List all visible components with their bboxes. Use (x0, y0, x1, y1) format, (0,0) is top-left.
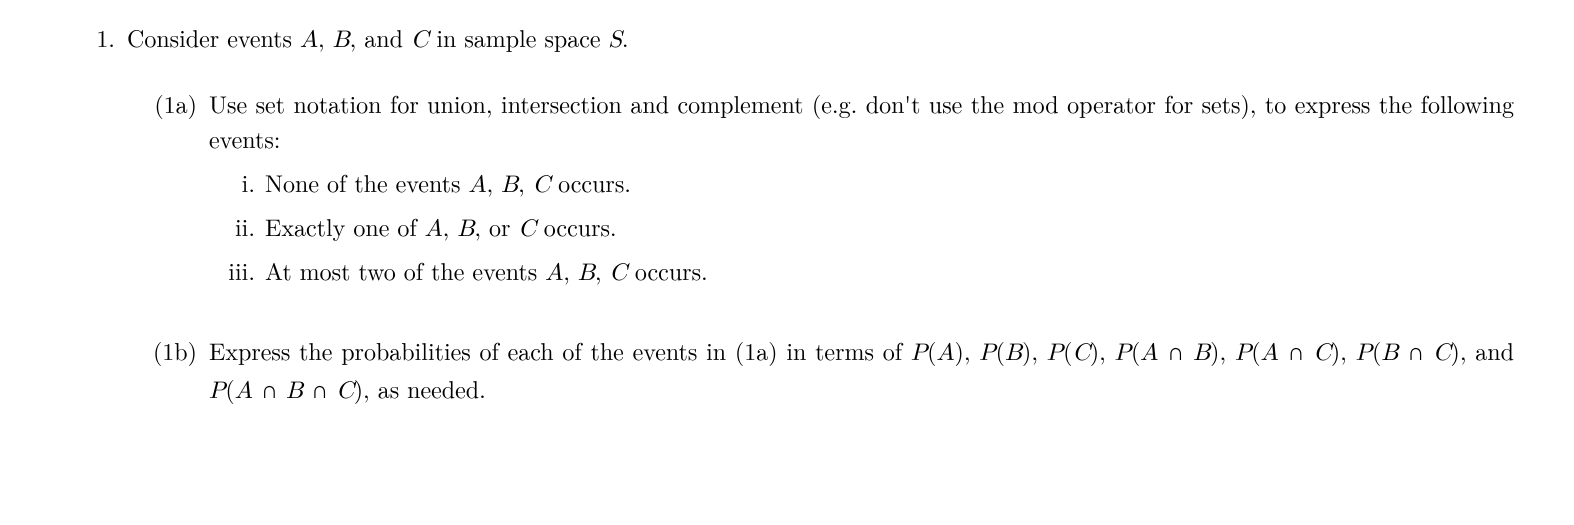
paren: ( (225, 371, 234, 405)
var-C: C (1072, 341, 1089, 365)
text: , (1031, 333, 1046, 367)
var-B: B (578, 261, 595, 285)
subproblem-label: (1b) (127, 333, 209, 368)
var-A: A (1140, 341, 1158, 365)
text: , (518, 165, 533, 199)
text: , (595, 253, 610, 287)
var-B: B (1005, 341, 1022, 365)
prob-P: P (1115, 341, 1131, 365)
var-C: C (533, 173, 550, 197)
paren: ) (1331, 333, 1340, 367)
paren: ) (955, 333, 964, 367)
intro-text: . (622, 20, 629, 54)
roman-label: i. (209, 165, 265, 200)
var-S: S (609, 28, 622, 52)
var-A: A (300, 28, 318, 52)
paren: ( (1372, 333, 1381, 367)
paren: ( (1251, 333, 1260, 367)
var-B: B (1193, 341, 1210, 365)
text: At most two of the events (265, 253, 545, 287)
var-C: C (1433, 341, 1450, 365)
text: occurs. (536, 209, 617, 243)
roman-body: Exactly one of A, B, or C occurs. (265, 209, 1514, 247)
roman-body: At most two of the events A, B, C occurs… (265, 253, 1514, 291)
prob-P: P (209, 379, 225, 403)
paren: ( (996, 333, 1005, 367)
var-B: B (457, 217, 474, 241)
roman-list: i. None of the events A, B, C occurs. ii… (209, 165, 1514, 290)
problem-intro: Consider events A, B, and C in sample sp… (127, 20, 1514, 58)
var-A: A (468, 173, 486, 197)
subproblem-body: Express the probabilities of each of the… (209, 333, 1514, 409)
text: , (1340, 333, 1355, 367)
roman-item-i: i. None of the events A, B, C occurs. (209, 165, 1514, 203)
var-A: A (235, 379, 253, 403)
var-A: A (545, 261, 563, 285)
text: , as needed. (363, 371, 486, 405)
text: Exactly one of (265, 209, 425, 243)
cap-symbol: ∩ (303, 371, 336, 405)
var-C: C (610, 261, 627, 285)
text: , or (474, 209, 518, 243)
paren: ) (1210, 333, 1219, 367)
subproblem-body: Use set notation for union, intersection… (209, 86, 1514, 291)
problem-number: 1. (60, 20, 127, 55)
roman-item-iii: iii. At most two of the events A, B, C o… (209, 253, 1514, 291)
intro-text: in sample space (428, 20, 608, 54)
cap-symbol: ∩ (1279, 333, 1314, 367)
prob-P: P (1356, 341, 1372, 365)
problem-body: Consider events A, B, and C in sample sp… (127, 20, 1514, 408)
subproblem-label: (1a) (127, 86, 209, 121)
roman-item-ii: ii. Exactly one of A, B, or C occurs. (209, 209, 1514, 247)
roman-label: iii. (209, 253, 265, 288)
prob-P: P (1235, 341, 1251, 365)
text: , (1099, 333, 1114, 367)
cap-symbol: ∩ (1398, 333, 1433, 367)
paren: ) (1451, 333, 1460, 367)
text: , (486, 165, 501, 199)
roman-body: None of the events A, B, C occurs. (265, 165, 1514, 203)
prob-P: P (911, 341, 927, 365)
paren: ( (927, 333, 936, 367)
text: occurs. (627, 253, 708, 287)
intro-text: Consider events (127, 20, 300, 54)
text: , and (1460, 333, 1514, 367)
var-B: B (1381, 341, 1398, 365)
var-A: A (1261, 341, 1279, 365)
var-A: A (425, 217, 443, 241)
paren: ) (1022, 333, 1031, 367)
paren: ) (354, 371, 363, 405)
var-B: B (286, 379, 303, 403)
var-B: B (333, 28, 350, 52)
var-B: B (501, 173, 518, 197)
text: , (964, 333, 979, 367)
subproblem-1b: (1b) Express the probabilities of each o… (127, 333, 1514, 409)
prob-P: P (1047, 341, 1063, 365)
var-C: C (336, 379, 353, 403)
comma: , and (350, 20, 411, 54)
text: occurs. (550, 165, 631, 199)
subproblem-text: Use set notation for union, intersection… (209, 86, 1514, 156)
var-A: A (937, 341, 955, 365)
comma: , (318, 20, 333, 54)
var-C: C (411, 28, 428, 52)
var-C: C (518, 217, 535, 241)
problem-1: 1. Consider events A, B, and C in sample… (60, 20, 1514, 408)
cap-symbol: ∩ (253, 371, 286, 405)
var-C: C (1314, 341, 1331, 365)
text: Express the probabilities of each of the… (209, 333, 911, 367)
text: , (443, 209, 458, 243)
paren: ) (1090, 333, 1099, 367)
prob-P: P (979, 341, 995, 365)
text: None of the events (265, 165, 468, 199)
text: , (1220, 333, 1235, 367)
roman-label: ii. (209, 209, 265, 244)
paren: ( (1131, 333, 1140, 367)
cap-symbol: ∩ (1158, 333, 1193, 367)
text: , (563, 253, 578, 287)
subproblem-1a: (1a) Use set notation for union, interse… (127, 86, 1514, 291)
